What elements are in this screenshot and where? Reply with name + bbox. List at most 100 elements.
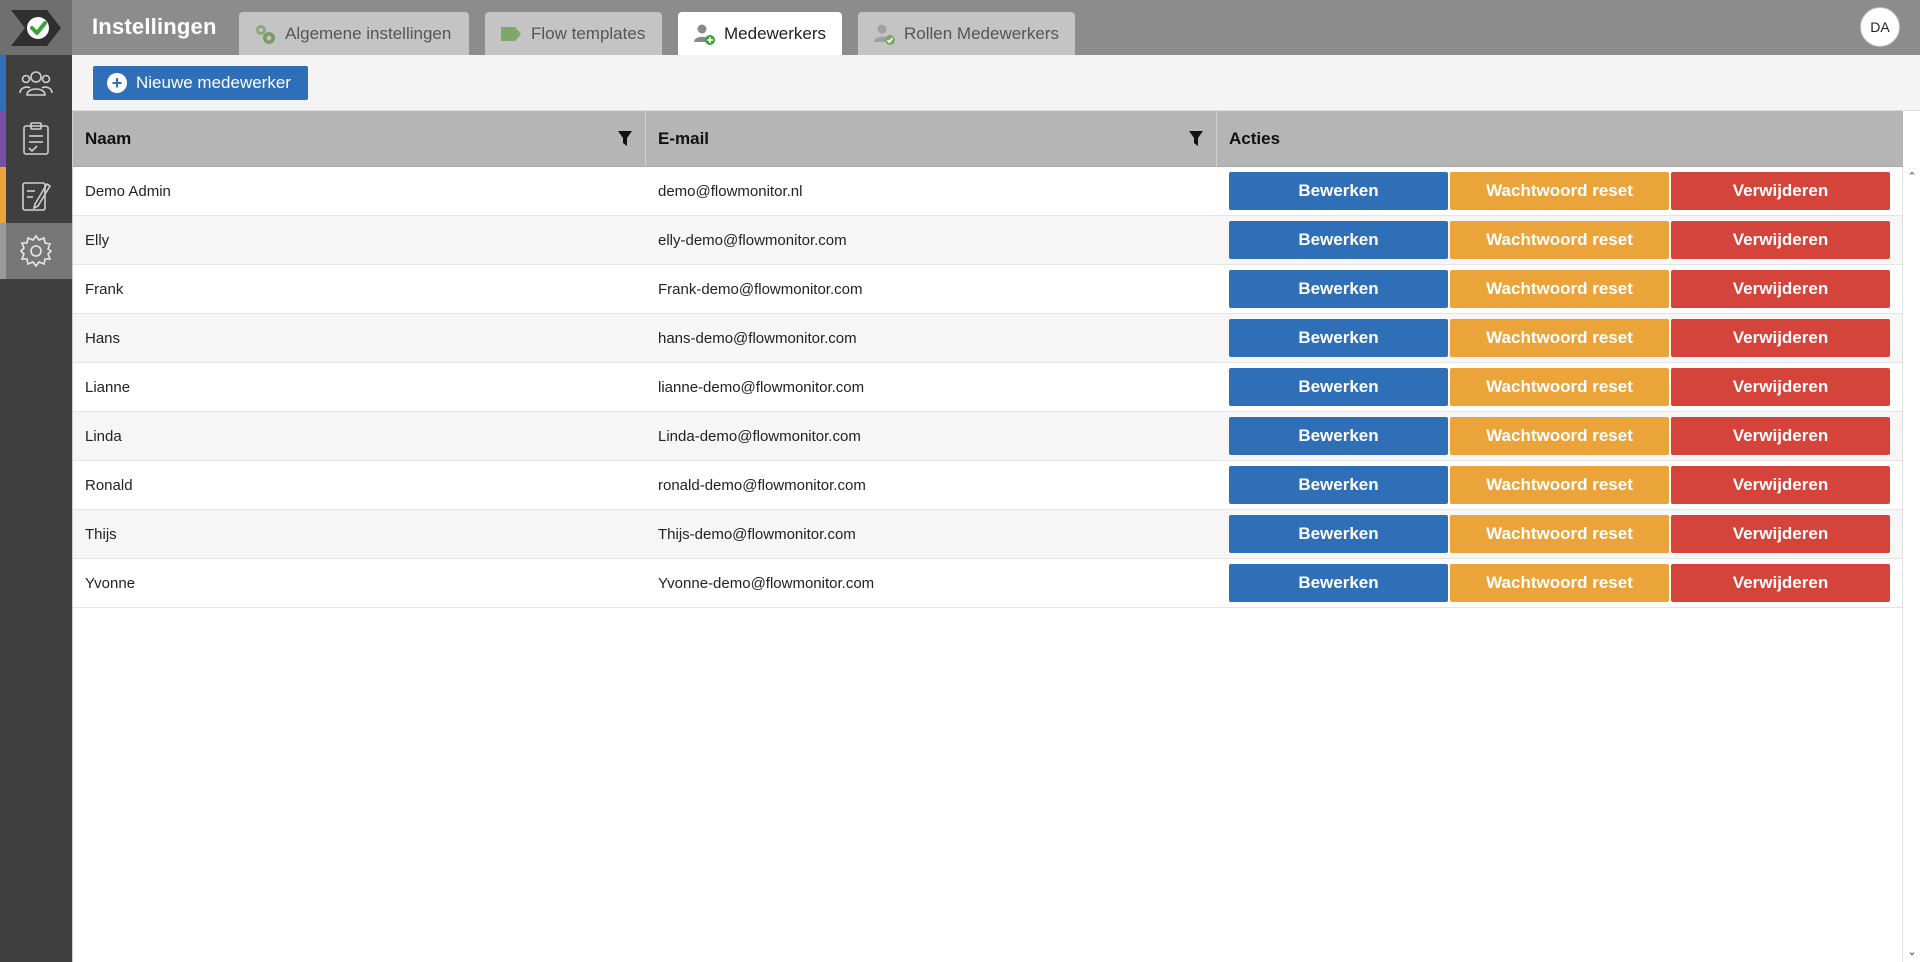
avatar[interactable]: DA [1860,7,1900,47]
table-row[interactable]: Linda Linda-demo@flowmonitor.com Bewerken W… [73,412,1903,461]
password-reset-button[interactable]: Wachtwoord reset [1450,270,1669,308]
delete-button[interactable]: Verwijderen [1671,319,1890,357]
logo-check-icon [11,9,61,46]
tab-label: Medewerkers [724,23,827,43]
grid-body: Demo Admin demo@flowmonitor.nl Bewerken Wac… [73,167,1903,608]
edit-button[interactable]: Bewerken [1229,466,1448,504]
table-row[interactable]: Hans hans-demo@flowmonitor.com Bewerken Wac… [73,314,1903,363]
gears-icon [253,22,277,46]
sidebar-stripe [0,111,6,167]
cell-email: Thijs-demo@flowmonitor.com [658,526,856,543]
app-logo[interactable] [0,0,72,55]
scroll-up-icon[interactable]: ⌃ [1906,171,1918,183]
tab-label: Flow templates [531,23,646,43]
delete-button[interactable]: Verwijderen [1671,270,1890,308]
table-row[interactable]: Thijs Thijs-demo@flowmonitor.com Bewerken W… [73,510,1903,559]
people-icon [19,71,53,96]
table-row[interactable]: Ronald ronald-demo@flowmonitor.com Bewerke… [73,461,1903,510]
filter-icon[interactable] [1188,130,1204,148]
cell-naam: Thijs [85,526,117,543]
tab-algemene-instellingen[interactable]: Algemene instellingen [239,12,469,55]
employee-grid: Naam E-mail Acties Demo Admin demo@flowmo… [72,111,1920,962]
cell-email: Frank-demo@flowmonitor.com [658,281,863,298]
edit-button[interactable]: Bewerken [1229,417,1448,455]
sidebar-stripe [0,55,6,111]
table-row[interactable]: Lianne lianne-demo@flowmonitor.com Bewerke… [73,363,1903,412]
sidebar-item-taken[interactable] [0,111,72,167]
clipboard-icon [23,122,49,155]
table-row[interactable]: Elly elly-demo@flowmonitor.com Bewerken Wac… [73,216,1903,265]
form-edit-icon [22,182,51,211]
scroll-down-icon[interactable]: ⌄ [1906,946,1918,958]
column-header-email[interactable]: E-mail [646,111,1217,167]
column-title: E-mail [658,129,710,148]
edit-button[interactable]: Bewerken [1229,564,1448,602]
table-row[interactable]: Demo Admin demo@flowmonitor.nl Bewerken Wac… [73,167,1903,216]
sidebar-stripe [0,223,6,279]
password-reset-button[interactable]: Wachtwoord reset [1450,466,1669,504]
cell-naam: Frank [85,281,124,298]
top-bar: Instellingen Algemene instellingen Flow … [72,0,1920,55]
cell-naam: Linda [85,428,122,445]
user-check-icon [872,22,896,46]
cell-naam: Elly [85,232,110,249]
grid-header: Naam E-mail Acties [73,111,1903,167]
plus-circle-icon: + [107,73,127,93]
column-header-acties: Acties [1217,111,1903,167]
sidebar-item-medewerkers[interactable] [0,55,72,111]
new-employee-button[interactable]: + Nieuwe medewerker [93,66,308,100]
cell-naam: Hans [85,330,121,347]
delete-button[interactable]: Verwijderen [1671,564,1890,602]
password-reset-button[interactable]: Wachtwoord reset [1450,368,1669,406]
delete-button[interactable]: Verwijderen [1671,417,1890,455]
password-reset-button[interactable]: Wachtwoord reset [1450,515,1669,553]
page-title: Instellingen [92,14,217,39]
gear-icon [19,234,53,268]
column-title: Naam [85,129,132,148]
password-reset-button[interactable]: Wachtwoord reset [1450,564,1669,602]
sidebar [0,0,72,962]
cell-email: elly-demo@flowmonitor.com [658,232,847,249]
edit-button[interactable]: Bewerken [1229,368,1448,406]
vertical-scrollbar[interactable]: ⌃ ⌄ [1902,167,1920,962]
cell-email: lianne-demo@flowmonitor.com [658,379,865,396]
delete-button[interactable]: Verwijderen [1671,515,1890,553]
cell-email: Yvonne-demo@flowmonitor.com [658,575,875,592]
tab-label: Algemene instellingen [285,23,452,43]
password-reset-button[interactable]: Wachtwoord reset [1450,319,1669,357]
password-reset-button[interactable]: Wachtwoord reset [1450,417,1669,455]
delete-button[interactable]: Verwijderen [1671,368,1890,406]
cell-email: ronald-demo@flowmonitor.com [658,477,866,494]
tab-medewerkers[interactable]: Medewerkers [678,12,842,55]
edit-button[interactable]: Bewerken [1229,515,1448,553]
tab-label: Rollen Medewerkers [904,23,1059,43]
edit-button[interactable]: Bewerken [1229,172,1448,210]
table-row[interactable]: Frank Frank-demo@flowmonitor.com Bewerken W… [73,265,1903,314]
cell-email: Linda-demo@flowmonitor.com [658,428,861,445]
edit-button[interactable]: Bewerken [1229,319,1448,357]
new-employee-label: Nieuwe medewerker [136,73,291,92]
delete-button[interactable]: Verwijderen [1671,221,1890,259]
password-reset-button[interactable]: Wachtwoord reset [1450,221,1669,259]
edit-button[interactable]: Bewerken [1229,270,1448,308]
cell-email: hans-demo@flowmonitor.com [658,330,857,347]
column-title: Acties [1229,129,1281,148]
password-reset-button[interactable]: Wachtwoord reset [1450,172,1669,210]
cell-naam: Lianne [85,379,131,396]
cell-email: demo@flowmonitor.nl [658,183,803,200]
flow-icon [499,22,523,46]
column-header-naam[interactable]: Naam [73,111,646,167]
filter-icon[interactable] [617,130,633,148]
cell-naam: Demo Admin [85,183,171,200]
sidebar-stripe [0,167,6,223]
delete-button[interactable]: Verwijderen [1671,466,1890,504]
sidebar-item-formulieren[interactable] [0,167,72,223]
toolbar: + Nieuwe medewerker [72,55,1920,111]
edit-button[interactable]: Bewerken [1229,221,1448,259]
sidebar-item-instellingen[interactable] [0,223,72,279]
delete-button[interactable]: Verwijderen [1671,172,1890,210]
user-add-icon [692,22,716,46]
table-row[interactable]: Yvonne Yvonne-demo@flowmonitor.com Bewerke… [73,559,1903,608]
tab-rollen-medewerkers[interactable]: Rollen Medewerkers [858,12,1075,55]
tab-flow-templates[interactable]: Flow templates [485,12,662,55]
